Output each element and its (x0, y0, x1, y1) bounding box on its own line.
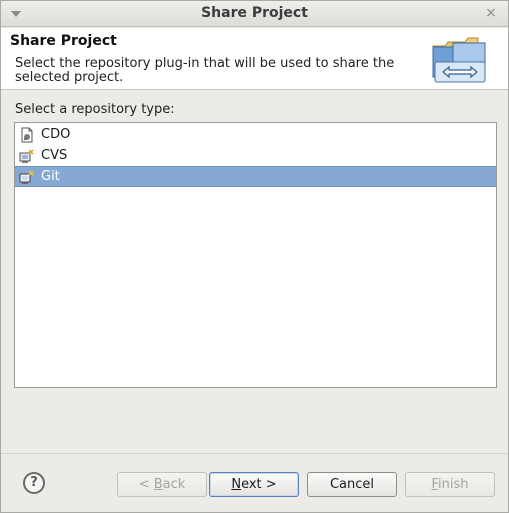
help-icon[interactable]: ? (23, 472, 45, 494)
repository-type-label: Select a repository type: (15, 102, 175, 117)
next-button-rest: ext > (241, 477, 277, 492)
wizard-banner: Share Project Select the repository plug… (1, 28, 508, 90)
close-icon[interactable]: × (484, 5, 498, 21)
finish-button[interactable]: Finish (405, 472, 495, 497)
share-project-dialog: Share Project × Share Project Select the… (0, 0, 509, 513)
back-button-mnemonic: B (153, 477, 163, 492)
list-item-cvs[interactable]: CVS (15, 145, 496, 166)
list-item-label: Git (41, 169, 60, 184)
cdo-repository-icon (21, 127, 33, 142)
next-button[interactable]: Next > (209, 472, 299, 497)
footer-divider (1, 453, 508, 454)
list-item-label: CVS (41, 148, 68, 163)
list-item-label: CDO (41, 127, 71, 142)
finish-button-rest: inish (438, 477, 469, 492)
back-button-prefix: < (138, 477, 154, 492)
window-title: Share Project (201, 5, 308, 21)
cvs-repository-icon (19, 148, 34, 163)
back-button-rest: ack (162, 477, 186, 492)
page-title: Share Project (10, 33, 117, 49)
next-button-mnemonic: N (231, 477, 242, 492)
git-repository-icon (19, 169, 34, 184)
title-bar[interactable]: Share Project × (1, 1, 508, 27)
cancel-button[interactable]: Cancel (307, 472, 397, 497)
repository-type-list[interactable]: CDO CVS Git (14, 122, 497, 388)
list-item-cdo[interactable]: CDO (15, 124, 496, 145)
list-item-git[interactable]: Git (15, 166, 496, 187)
back-button[interactable]: < Back (117, 472, 207, 497)
page-description: Select the repository plug-in that will … (15, 56, 395, 85)
share-project-wizard-icon (432, 37, 486, 83)
